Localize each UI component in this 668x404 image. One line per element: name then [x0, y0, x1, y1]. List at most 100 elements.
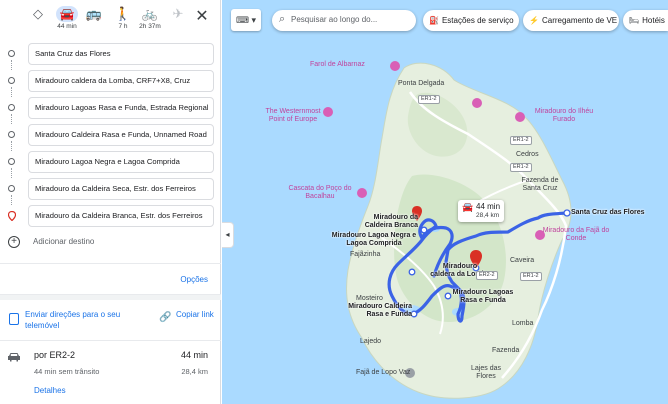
walk-icon: 🚶 [114, 6, 132, 21]
route-connector [11, 141, 12, 151]
diamond-directions-icon: ◇ [33, 6, 43, 21]
search-along-route-input[interactable]: ⌕ Pesquisar ao longo do... [272, 10, 416, 31]
stop-marker-icon [8, 131, 15, 138]
chip-ev-charging[interactable]: ⚡ Carregamento de VE [523, 10, 619, 31]
close-icon[interactable]: ✕ [193, 8, 211, 26]
route-connector [11, 114, 12, 124]
stop-input-1[interactable]: Santa Cruz das Flores [28, 43, 214, 65]
route-stop-dot[interactable] [444, 292, 452, 300]
chip-hotels[interactable]: 🛏 Hotéis [623, 10, 668, 31]
map-label-poi[interactable]: The Westernmost Point of Europe [258, 108, 328, 124]
mode-transit[interactable]: 🚌 [81, 6, 107, 36]
route-stop-dot[interactable] [563, 209, 571, 217]
route-traffic-note: 44 min sem trânsito [34, 367, 100, 376]
map-graphics [323, 61, 572, 399]
keyboard-icon: ⌨ ▾ [236, 15, 257, 25]
divider [0, 263, 221, 264]
map-label-poi[interactable]: Farol de Albarnaz [310, 61, 365, 69]
link-icon: 🔗 [159, 312, 172, 323]
mode-bike[interactable]: 🚲 2h 37m [137, 6, 163, 36]
details-button[interactable]: Detalhes [34, 386, 66, 395]
route-stop-dot[interactable] [408, 268, 416, 276]
bed-icon: 🛏 [629, 16, 640, 25]
map-label-town[interactable]: Lomba [512, 320, 533, 328]
map-label-stop[interactable]: Miradouro Lagoa Negra e Lagoa Comprida [326, 232, 422, 248]
copy-link-button[interactable]: Copiar link [176, 309, 216, 320]
map-label-poi[interactable]: Miradouro da Fajã do Conde [540, 227, 612, 243]
map-label-stop[interactable]: Miradouro da Caldeira Branca [362, 214, 418, 230]
gas-pump-icon: ⛽ [429, 16, 439, 25]
map-label-town[interactable]: Fajãzinha [350, 251, 380, 259]
bike-icon: 🚲 [141, 6, 159, 21]
divider [0, 340, 221, 341]
directions-panel: ◇ 🚘 44 min 🚌 🚶 7 h 🚲 2h 37m ✈ ✕ Santa Cr… [0, 0, 221, 404]
route-connector [11, 168, 12, 178]
car-icon: 🚘 [462, 202, 474, 212]
map-label-town[interactable]: Fazenda [492, 347, 519, 355]
map-label-town[interactable]: Lajes das Flores [470, 365, 502, 381]
mode-walk[interactable]: 🚶 7 h [110, 6, 136, 36]
stop-marker-icon [8, 50, 15, 57]
collapse-panel-button[interactable]: ◂ [222, 222, 234, 248]
mode-flight[interactable]: ✈ [165, 6, 191, 36]
map-label-stop[interactable]: Miradouro Lagoas Rasa e Funda [452, 289, 514, 305]
destination-pin-icon [7, 210, 17, 222]
route-name: por ER2-2 [34, 350, 76, 360]
car-icon: 🚘 [56, 6, 78, 22]
stop-marker-icon [8, 104, 15, 111]
map-label-town[interactable]: Cedros [516, 151, 539, 159]
route-duration: 44 min [180, 350, 208, 360]
map-label-town[interactable]: Caveira [510, 257, 534, 265]
car-icon [7, 349, 21, 362]
map-label-poi[interactable]: Cascata do Poço do Bacalhau [282, 185, 358, 201]
mode-car[interactable]: 🚘 44 min [54, 6, 80, 36]
map-label-town[interactable]: Ponta Delgada [398, 80, 444, 88]
map-canvas[interactable]: Farol de Albarnaz Ponta Delgada The West… [222, 0, 668, 404]
route-connector [11, 87, 12, 97]
road-number-tag: ER1-2 [418, 95, 440, 104]
ev-charging-icon: ⚡ [529, 16, 539, 25]
stop-input-2[interactable]: Miradouro caldera da Lomba, CRF7+X8, Cru… [28, 70, 214, 92]
map-label-stop[interactable]: Santa Cruz das Flores [571, 209, 645, 217]
map-label-town[interactable]: Lajedo [360, 338, 381, 346]
stop-input-3[interactable]: Miradouro Lagoas Rasa e Funda, Estrada R… [28, 97, 214, 119]
send-to-phone-icon [9, 313, 19, 325]
map-label-town[interactable]: Fazenda de Santa Cruz [515, 177, 565, 193]
options-button[interactable]: Opções [180, 275, 208, 284]
road-number-tag: ER1-2 [510, 136, 532, 145]
poi-camera-icon[interactable] [357, 188, 367, 198]
search-icon: ⌕ [279, 13, 286, 25]
send-directions-link[interactable]: Enviar direções para o seu telemóvel [25, 309, 145, 331]
route-distance: 28,4 km [181, 367, 208, 376]
route-stop-dot[interactable] [410, 310, 418, 318]
stop-input-5[interactable]: Miradouro Lagoa Negra e Lagoa Comprida [28, 151, 214, 173]
layers-button[interactable]: ⌨ ▾ [231, 9, 261, 31]
stop-input-6[interactable]: Miradouro da Caldeira Seca, Estr. dos Fe… [28, 178, 214, 200]
road-number-tag: ER2-2 [476, 271, 498, 280]
chip-gas-stations[interactable]: ⛽ Estações de serviço [423, 10, 519, 31]
stop-input-4[interactable]: Miradouro Caldeira Rasa e Funda, Unnamed… [28, 124, 214, 146]
travel-mode-bar: ◇ 🚘 44 min 🚌 🚶 7 h 🚲 2h 37m ✈ ✕ [0, 0, 221, 38]
bus-icon: 🚌 [85, 6, 103, 21]
route-connector [11, 195, 12, 205]
poi-camera-icon[interactable] [472, 98, 482, 108]
add-destination-button[interactable]: Adicionar destino [33, 237, 94, 246]
route-stop-dot[interactable] [420, 226, 428, 234]
map-label-town[interactable]: Mosteiro [356, 295, 383, 303]
add-destination-icon[interactable]: + [8, 236, 20, 248]
stop-marker-icon [8, 158, 15, 165]
route-time-callout[interactable]: 🚘 44 min 28,4 km [458, 200, 505, 222]
map-label-stop[interactable]: Miradouro Caldeira Rasa e Funda [348, 303, 412, 319]
plane-icon: ✈ [172, 6, 184, 21]
map-label-poi[interactable]: Miradouro do Ilhéu Furado [530, 108, 598, 124]
road-number-tag: ER1-2 [520, 272, 542, 281]
poi-camera-icon[interactable] [390, 61, 400, 71]
mode-best[interactable]: ◇ [25, 6, 51, 36]
map-label-town[interactable]: Fajã de Lopo Vaz [356, 369, 410, 377]
stop-input-7[interactable]: Miradouro da Caldeira Branca, Estr. dos … [28, 205, 214, 227]
section-divider [0, 294, 221, 300]
road-number-tag: ER1-2 [510, 163, 532, 172]
route-connector [11, 60, 12, 70]
poi-camera-icon[interactable] [515, 112, 525, 122]
stop-marker-icon [8, 77, 15, 84]
